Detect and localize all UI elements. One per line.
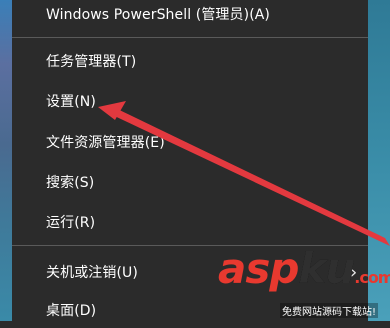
menu-item-powershell-admin[interactable]: Windows PowerShell (管理员)(A) bbox=[12, 0, 368, 32]
watermark-logo: aspku.com bbox=[218, 248, 390, 290]
menu-item-label: 文件资源管理器(E) bbox=[46, 135, 165, 151]
menu-item-search[interactable]: 搜索(S) bbox=[12, 164, 368, 200]
watermark-subtitle: 免费网站源码下载站! bbox=[280, 303, 379, 318]
menu-item-label: 桌面(D) bbox=[46, 303, 97, 319]
menu-item-label: 搜索(S) bbox=[46, 175, 95, 191]
menu-item-label: Windows PowerShell (管理员)(A) bbox=[46, 7, 270, 23]
menu-item-settings[interactable]: 设置(N) bbox=[12, 83, 368, 119]
desktop-background-left bbox=[0, 0, 12, 321]
menu-item-label: 设置(N) bbox=[46, 94, 96, 110]
menu-item-label: 关机或注销(U) bbox=[46, 265, 138, 281]
menu-divider bbox=[12, 37, 368, 38]
watermark-ku: ku bbox=[298, 244, 355, 293]
menu-item-file-explorer[interactable]: 文件资源管理器(E) bbox=[12, 124, 368, 160]
menu-item-label: 任务管理器(T) bbox=[46, 54, 137, 70]
menu-item-label: 运行(R) bbox=[46, 215, 96, 231]
watermark-com: .com bbox=[354, 268, 390, 287]
watermark-asp: asp bbox=[218, 244, 299, 293]
menu-item-task-manager[interactable]: 任务管理器(T) bbox=[12, 43, 368, 79]
menu-item-run[interactable]: 运行(R) bbox=[12, 204, 368, 240]
